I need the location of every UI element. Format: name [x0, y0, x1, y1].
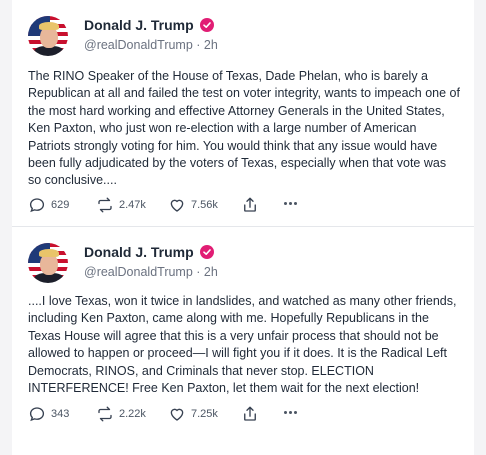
meta-separator: ·: [192, 38, 204, 52]
author-name[interactable]: Donald J. Trump: [84, 17, 194, 33]
retruth-icon: [98, 406, 112, 422]
author-name[interactable]: Donald J. Trump: [84, 244, 194, 260]
share-icon: [244, 406, 256, 421]
author-name-row: Donald J. Trump: [84, 17, 214, 33]
like-count: 7.25k: [191, 408, 218, 420]
avatar[interactable]: [28, 16, 68, 56]
post-actions: 629 2.47k 7.56k: [28, 196, 458, 216]
avatar[interactable]: [28, 243, 68, 283]
post-card[interactable]: Donald J. Trump @realDonaldTrump · 2h ..…: [12, 227, 474, 455]
heart-icon: [170, 199, 184, 212]
reply-count: 343: [51, 408, 70, 420]
author-handle[interactable]: @realDonaldTrump: [84, 38, 193, 52]
post-time[interactable]: 2h: [204, 265, 218, 279]
ellipsis-icon: [284, 202, 297, 205]
post-card[interactable]: Donald J. Trump @realDonaldTrump · 2h Th…: [12, 0, 474, 226]
author-name-row: Donald J. Trump: [84, 244, 214, 260]
heart-icon: [170, 408, 184, 421]
author-handle-row: @realDonaldTrump · 2h: [84, 265, 218, 279]
post-time[interactable]: 2h: [204, 38, 218, 52]
share-button[interactable]: [241, 196, 259, 214]
reply-button[interactable]: 629: [28, 196, 69, 214]
verified-check-icon: [199, 245, 214, 259]
reply-icon: [29, 407, 45, 422]
meta-separator: ·: [192, 265, 204, 279]
ellipsis-icon: [284, 411, 297, 414]
reply-count: 629: [51, 199, 70, 211]
post-text: ....I love Texas, won it twice in landsl…: [28, 294, 457, 396]
retruth-count: 2.47k: [119, 199, 146, 211]
retruth-button[interactable]: 2.47k: [96, 196, 146, 214]
share-button[interactable]: [241, 405, 259, 423]
like-count: 7.56k: [191, 199, 218, 211]
like-button[interactable]: 7.25k: [168, 405, 218, 423]
more-options-button[interactable]: [284, 202, 297, 205]
retruth-icon: [98, 197, 112, 213]
verified-check-icon: [199, 18, 214, 32]
more-options-button[interactable]: [284, 411, 297, 414]
share-icon: [244, 197, 256, 212]
like-button[interactable]: 7.56k: [168, 196, 218, 214]
author-handle-row: @realDonaldTrump · 2h: [84, 38, 218, 52]
reply-icon: [29, 198, 45, 213]
post-actions: 343 2.22k 7.25k: [28, 405, 458, 425]
author-handle[interactable]: @realDonaldTrump: [84, 265, 193, 279]
reply-button[interactable]: 343: [28, 405, 69, 423]
retruth-count: 2.22k: [119, 408, 146, 420]
retruth-button[interactable]: 2.22k: [96, 405, 146, 423]
post-text: The RINO Speaker of the House of Texas, …: [28, 69, 460, 188]
